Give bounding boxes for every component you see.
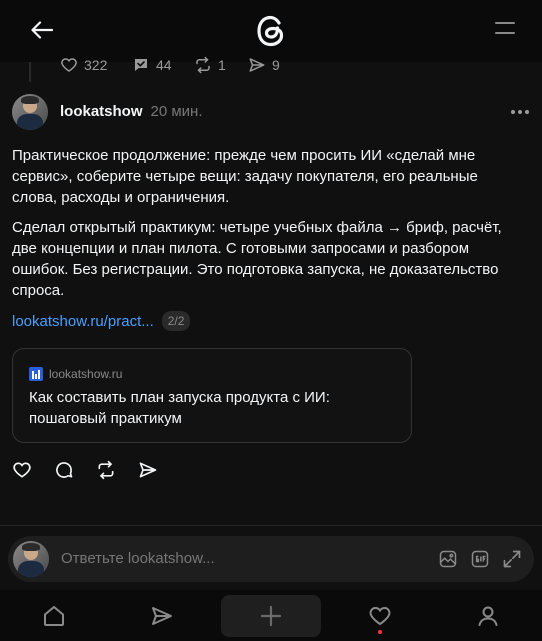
plus-icon [260,605,282,627]
expand-icon [503,550,521,568]
nav-create[interactable] [221,595,321,637]
bottom-navigation [0,590,542,641]
share-button[interactable] [136,458,160,482]
repost-count: 1 [218,57,226,73]
card-domain: lookatshow.ru [29,367,122,381]
threads-logo-icon [257,15,284,47]
notification-dot [378,630,382,634]
link-row: lookatshow.ru/pract... 2/2 [12,311,191,331]
reply-composer[interactable]: Ответьте lookatshow... [8,536,534,582]
reply-stat[interactable]: 44 [132,56,172,74]
link-preview-card[interactable]: lookatshow.ru Как составить план запуска… [12,348,412,443]
heart-icon [13,462,31,478]
nav-messages[interactable] [147,602,177,630]
gif-icon [471,550,489,568]
comment-icon [56,462,73,478]
like-count: 322 [84,57,108,73]
reply-input[interactable]: Ответьте lookatshow... [61,550,215,567]
send-icon [139,462,157,478]
thread-connector-line [29,62,31,82]
divider [0,525,542,526]
more-options-button[interactable] [506,104,534,120]
repost-stat[interactable]: 1 [194,56,226,74]
post-time: 20 мин. [150,103,203,120]
post-link[interactable]: lookatshow.ru/pract... [12,313,154,330]
profile-icon [478,606,498,626]
post-actions [0,458,542,482]
image-icon [439,550,457,568]
post-paragraph-2: Сделал открытый практикум: четыре учебны… [12,219,502,299]
post-paragraph-1: Практическое продолжение: прежде чем про… [12,147,478,206]
heart-icon [369,606,391,626]
like-button[interactable] [10,458,34,482]
post-username[interactable]: lookatshow [60,103,143,120]
attach-image-button[interactable] [436,547,460,571]
more-horizontal-icon [511,110,529,114]
verified-reply-icon [135,59,147,71]
reply-button[interactable] [52,458,76,482]
repost-icon [98,460,114,480]
share-count: 9 [272,57,280,73]
share-stat[interactable]: 9 [248,56,280,74]
arrow-left-icon [31,21,53,39]
card-domain-text: lookatshow.ru [49,367,123,381]
nav-activity[interactable] [365,602,395,630]
gif-button[interactable] [468,547,492,571]
reply-count: 44 [156,57,172,73]
home-icon [44,606,64,626]
post-header: lookatshow 20 мин. [60,103,203,123]
menu-button[interactable] [494,20,518,40]
nav-profile[interactable] [473,602,503,630]
expand-button[interactable] [500,547,524,571]
author-avatar[interactable] [12,94,48,130]
threads-logo[interactable] [255,14,287,48]
send-icon [152,607,172,625]
like-stat[interactable]: 322 [60,56,107,74]
card-title: Как составить план запуска продукта с ИИ… [29,389,330,427]
site-favicon-icon [29,367,43,381]
repost-icon [196,56,210,74]
page-indicator-badge: 2/2 [161,311,191,331]
nav-home[interactable] [39,602,69,630]
top-bar [0,0,542,62]
heart-icon [61,58,77,72]
send-icon [249,58,265,72]
hamburger-icon [495,22,515,34]
back-button[interactable] [28,16,56,44]
current-user-avatar [13,541,49,577]
repost-button[interactable] [94,458,118,482]
